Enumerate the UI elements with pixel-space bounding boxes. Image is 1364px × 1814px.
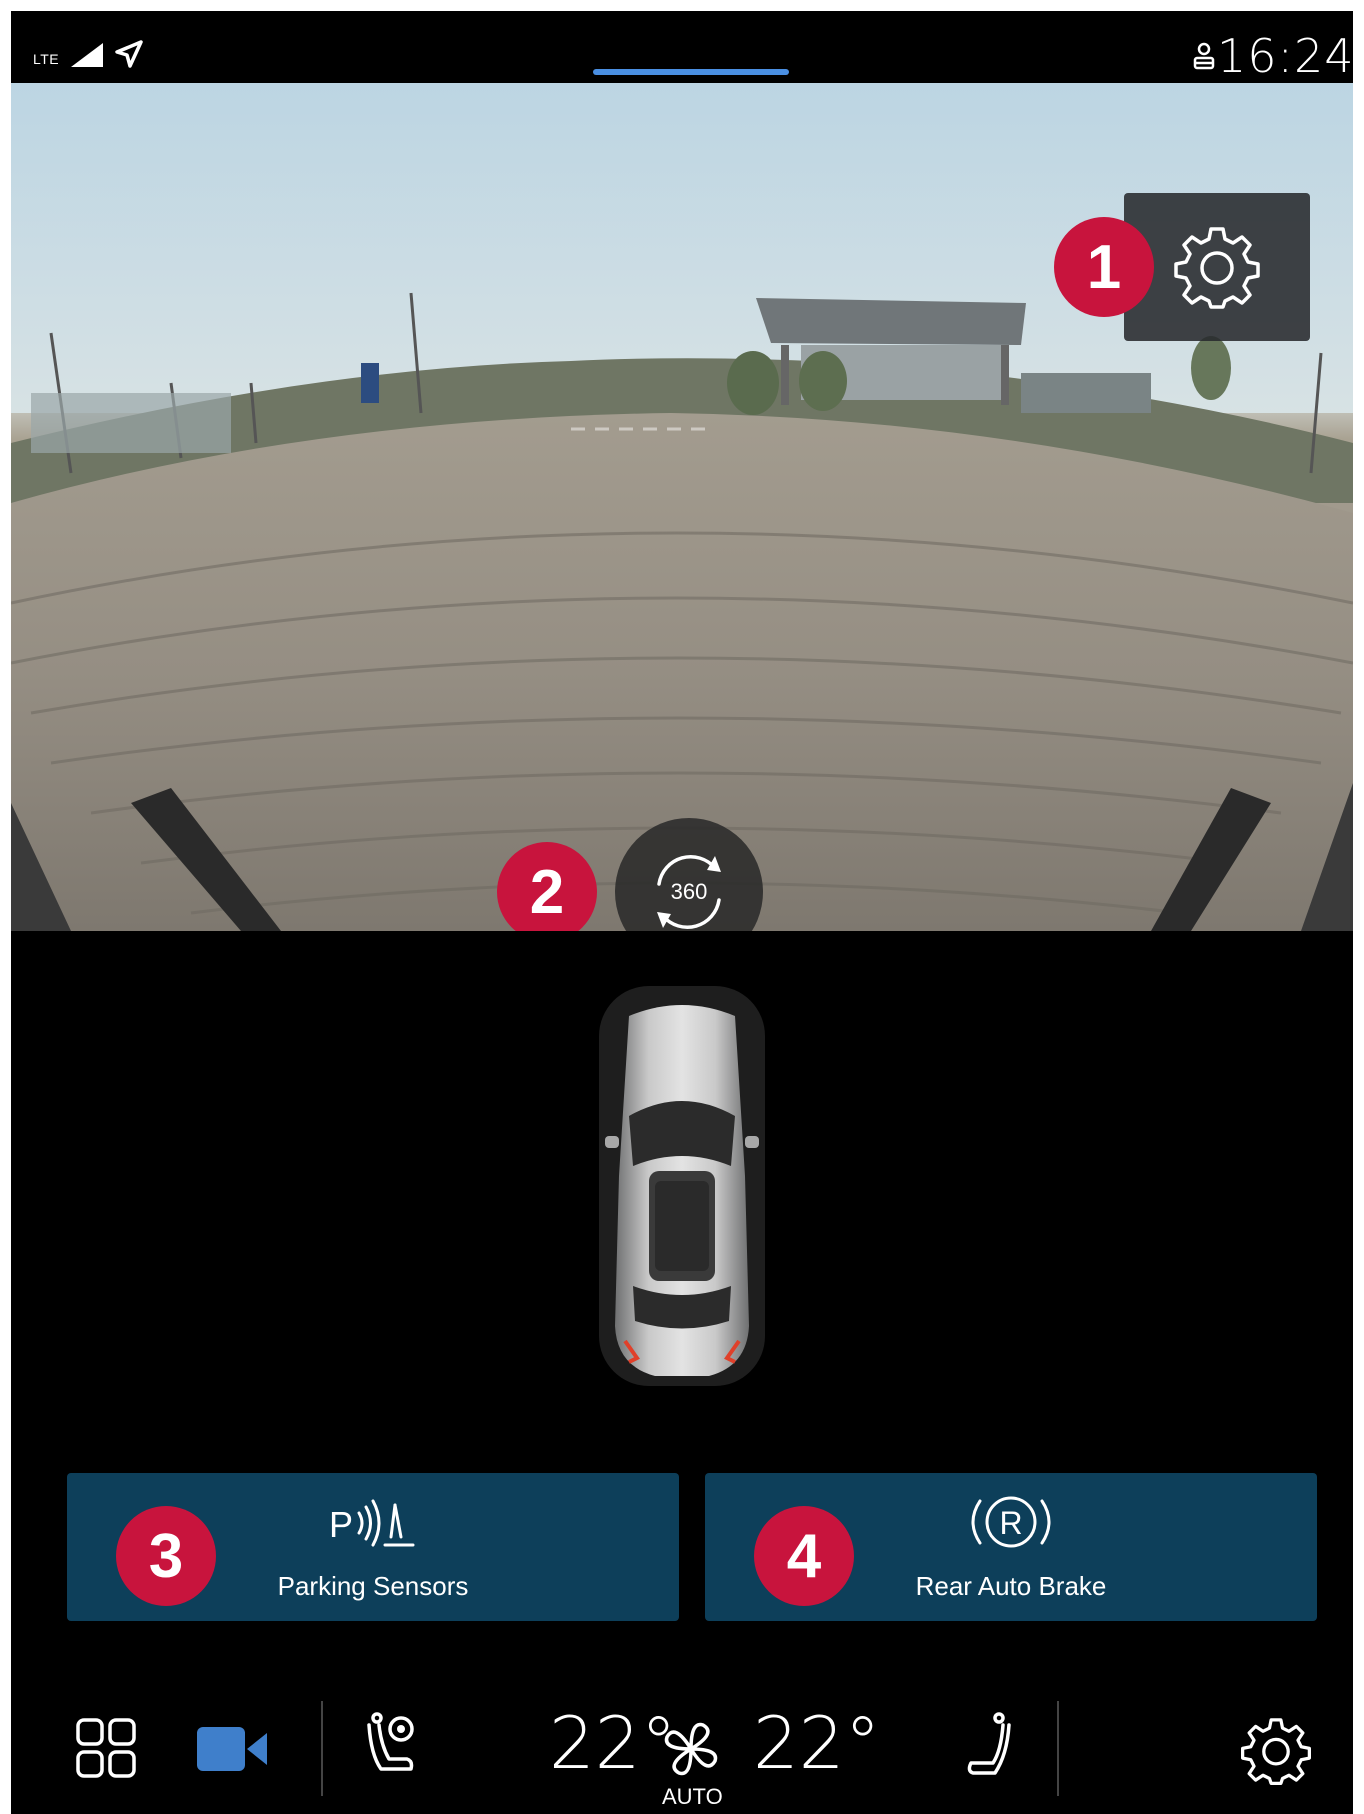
- fan-icon[interactable]: [661, 1719, 721, 1779]
- fan-mode-label: AUTO: [662, 1784, 723, 1809]
- signal-icon: [71, 43, 103, 67]
- settings-gear-icon[interactable]: [1241, 1715, 1311, 1785]
- view-360-label: 360: [670, 879, 708, 904]
- svg-text:P: P: [329, 1504, 353, 1545]
- rear-auto-brake-icon: R: [971, 1496, 1051, 1548]
- svg-text:R: R: [999, 1505, 1022, 1541]
- divider: [321, 1701, 323, 1796]
- passenger-seat-icon[interactable]: [963, 1711, 1013, 1783]
- left-temperature[interactable]: 22°: [549, 1701, 677, 1785]
- camera-view: 1 2 360: [11, 83, 1353, 931]
- camera-app-icon[interactable]: [197, 1723, 269, 1775]
- callout-badge-1: 1: [1054, 217, 1154, 317]
- callout-badge-4: 4: [754, 1506, 854, 1606]
- callout-badge-3: 3: [116, 1506, 216, 1606]
- user-icon[interactable]: [1193, 41, 1215, 71]
- car-top-view: [599, 986, 765, 1386]
- center-display: LTE 16:24 1 2 360 P Parking Sensors 3 R …: [11, 11, 1353, 1814]
- drawer-handle[interactable]: [593, 69, 789, 75]
- driver-seat-icon[interactable]: [363, 1711, 423, 1783]
- app-grid-icon[interactable]: [75, 1717, 137, 1779]
- view-360-button[interactable]: 360: [615, 818, 763, 931]
- clock: 16:24: [1217, 29, 1353, 83]
- status-bar: LTE 16:24: [11, 11, 1353, 83]
- callout-badge-2: 2: [497, 842, 597, 931]
- location-arrow-icon: [115, 40, 143, 68]
- gear-icon: [1174, 227, 1260, 309]
- right-temperature[interactable]: 22°: [753, 1701, 881, 1785]
- divider: [1057, 1701, 1059, 1796]
- parking-sensor-icon: P: [329, 1499, 415, 1547]
- network-label: LTE: [33, 51, 60, 67]
- bottom-bar: 22° AUTO 22°: [11, 1689, 1353, 1814]
